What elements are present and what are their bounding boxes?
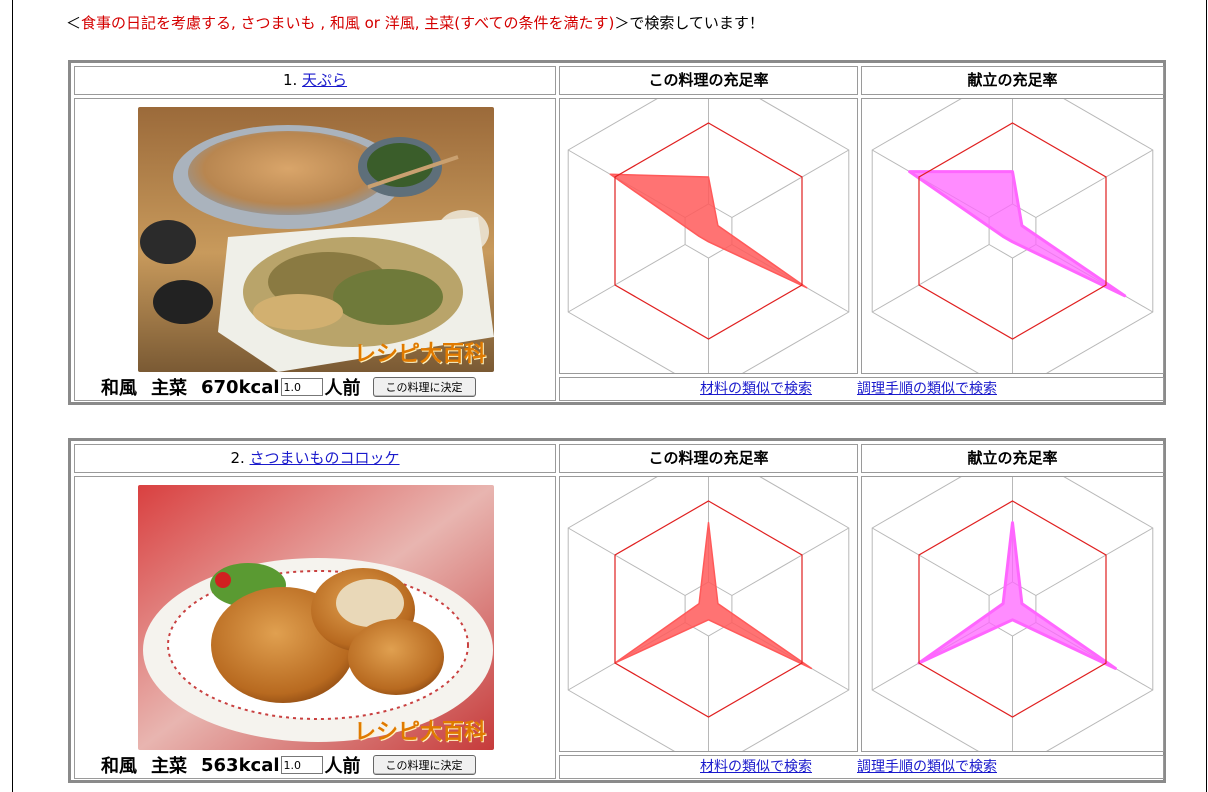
croquette-photo-image bbox=[138, 485, 494, 750]
search-condition-header: ＜食事の日記を考慮する, さつまいも , 和風 or 洋風, 主菜(すべての条件… bbox=[66, 12, 764, 33]
ingredient-similarity-search-link[interactable]: 材料の類似で検索 bbox=[700, 756, 812, 778]
recipe-title-cell: 1. 天ぷら bbox=[74, 66, 556, 95]
dish-fill-radar-chart: 1群2群3群4群5群6群 bbox=[567, 477, 850, 751]
recipe-encyclopedia-logo: レシピ大百科 bbox=[353, 720, 486, 745]
radar-spoke bbox=[567, 244, 686, 313]
recipe-style: 和風 bbox=[101, 756, 137, 777]
radar-spoke bbox=[731, 149, 850, 218]
serving-unit: 人前 bbox=[324, 756, 361, 777]
dish-fill-chart-cell: 1群2群3群4群5群6群 bbox=[559, 476, 858, 752]
recipe-number: 1. bbox=[282, 71, 298, 89]
decide-recipe-button[interactable]: この料理に決定 bbox=[372, 755, 476, 775]
menu-fill-chart-cell: 1群2群3群4群5群6群 bbox=[861, 98, 1164, 374]
similar-search-links: 材料の類似で検索 調理手順の類似で検索 bbox=[559, 377, 1164, 401]
recipe-info-row: 和風 主菜 563kcal 人前 この料理に決定 bbox=[101, 753, 476, 777]
recipe-style: 和風 bbox=[101, 378, 137, 399]
recipe-category: 主菜 bbox=[151, 756, 187, 777]
recipe-name-link[interactable]: さつまいものコロッケ bbox=[250, 449, 400, 467]
procedure-similarity-search-link[interactable]: 調理手順の類似で検索 bbox=[857, 378, 997, 400]
dish-fill-header: この料理の充足率 bbox=[559, 66, 858, 95]
recipe-number: 2. bbox=[230, 449, 245, 467]
decide-recipe-button[interactable]: この料理に決定 bbox=[372, 377, 476, 397]
ingredient-similarity-search-link[interactable]: 材料の類似で検索 bbox=[700, 378, 812, 400]
servings-input[interactable] bbox=[280, 378, 323, 396]
recipe-encyclopedia-logo: レシピ大百科 bbox=[353, 342, 486, 367]
tempura-photo-image bbox=[138, 107, 494, 372]
menu-fill-radar-chart: 1群2群3群4群5群6群 bbox=[871, 99, 1154, 373]
radar-spoke bbox=[731, 527, 850, 596]
dish-fill-radar-chart: 1群2群3群4群5群6群 bbox=[567, 99, 850, 373]
radar-data-area bbox=[614, 521, 813, 670]
radar-spoke bbox=[871, 244, 990, 313]
dish-fill-chart-cell: 1群2群3群4群5群6群 bbox=[559, 98, 858, 374]
recipe-info-row: 和風 主菜 670kcal 人前 この料理に決定 bbox=[101, 375, 476, 399]
serving-unit: 人前 bbox=[324, 378, 361, 399]
radar-spoke bbox=[567, 527, 686, 596]
radar-spoke bbox=[1035, 149, 1154, 218]
menu-fill-radar-chart: 1群2群3群4群5群6群 bbox=[871, 477, 1154, 751]
radar-data-area bbox=[917, 521, 1117, 670]
recipe-name-link[interactable]: 天ぷら bbox=[302, 71, 347, 89]
header-open-bracket: ＜ bbox=[66, 14, 82, 32]
recipe-category: 主菜 bbox=[151, 378, 187, 399]
recipe-image-cell: レシピ大百科 和風 主菜 670kcal 人前 この料理に決定 bbox=[74, 98, 556, 401]
recipe-card: 2. さつまいものコロッケ この料理の充足率 献立の充足率 レシピ大百科 和風 … bbox=[68, 438, 1166, 783]
recipe-calories: 670kcal bbox=[201, 376, 280, 398]
radar-spoke bbox=[1035, 527, 1154, 596]
header-suffix: ＞で検索しています！ bbox=[614, 14, 764, 32]
procedure-similarity-search-link[interactable]: 調理手順の類似で検索 bbox=[857, 756, 997, 778]
radar-data-area bbox=[908, 170, 1127, 298]
dish-fill-header: この料理の充足率 bbox=[559, 444, 858, 473]
recipe-image-cell: レシピ大百科 和風 主菜 563kcal 人前 この料理に決定 bbox=[74, 476, 556, 779]
recipe-card: 1. 天ぷら この料理の充足率 献立の充足率 レシピ大百科 和風 主菜 670k… bbox=[68, 60, 1166, 405]
search-conditions: 食事の日記を考慮する, さつまいも , 和風 or 洋風, 主菜(すべての条件を… bbox=[81, 14, 615, 32]
similar-search-links: 材料の類似で検索 調理手順の類似で検索 bbox=[559, 755, 1164, 779]
menu-fill-header: 献立の充足率 bbox=[861, 66, 1164, 95]
recipe-title-cell: 2. さつまいものコロッケ bbox=[74, 444, 556, 473]
recipe-calories: 563kcal bbox=[201, 754, 280, 776]
servings-input[interactable] bbox=[280, 756, 323, 774]
radar-spoke bbox=[871, 527, 990, 596]
menu-fill-chart-cell: 1群2群3群4群5群6群 bbox=[861, 476, 1164, 752]
croquette-photo[interactable]: レシピ大百科 bbox=[138, 485, 494, 750]
menu-fill-header: 献立の充足率 bbox=[861, 444, 1164, 473]
tempura-photo[interactable]: レシピ大百科 bbox=[138, 107, 494, 372]
